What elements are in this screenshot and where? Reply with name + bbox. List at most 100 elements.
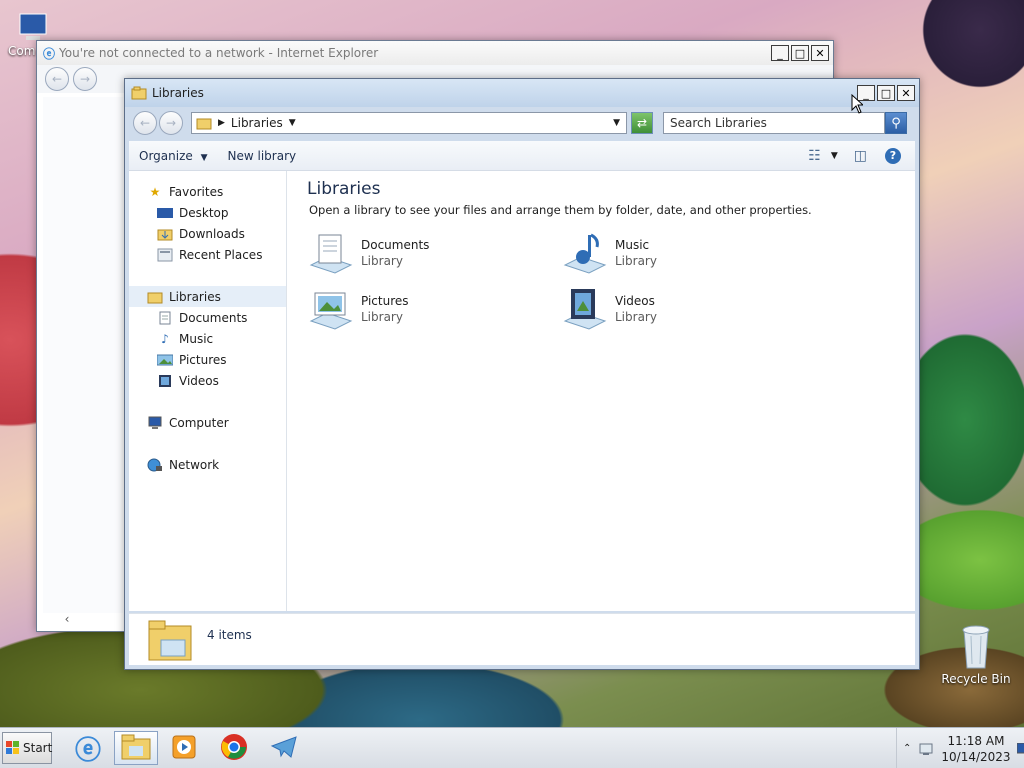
nav-network[interactable]: Network: [129, 454, 286, 475]
nav-music-label: Music: [179, 331, 214, 346]
breadcrumb-dropdown-icon[interactable]: ▼: [289, 118, 296, 128]
nav-videos-label: Videos: [179, 373, 219, 388]
breadcrumb[interactable]: Libraries: [231, 116, 283, 130]
preview-pane-icon[interactable]: ◫: [854, 148, 867, 164]
back-button[interactable]: ←: [133, 111, 157, 135]
library-pictures-type: Library: [361, 310, 403, 324]
status-item-count: 4 items: [207, 628, 252, 642]
nav-desktop[interactable]: Desktop: [129, 202, 286, 223]
clock-date: 10/14/2023: [941, 749, 1011, 764]
downloads-icon: [157, 227, 173, 241]
library-music[interactable]: Music Library: [561, 229, 657, 277]
view-options-icon[interactable]: ☷: [808, 148, 821, 164]
explorer-window[interactable]: Libraries _ □ ✕ ← → ▶ Libraries ▼ ▼ ⇄ Se…: [124, 78, 920, 670]
clock-time: 11:18 AM: [947, 733, 1005, 748]
music-library-icon: [561, 229, 609, 277]
command-bar: Organize ▼ New library ☷ ▼ ◫ ?: [129, 141, 915, 171]
library-videos[interactable]: Videos Library: [561, 285, 657, 333]
library-documents-type: Library: [361, 254, 403, 268]
ie-titlebar[interactable]: ⓔ You're not connected to a network - In…: [37, 41, 833, 65]
media-player-icon: [171, 734, 197, 763]
recycle-bin[interactable]: Recycle Bin: [940, 622, 1012, 686]
ie-title: You're not connected to a network - Inte…: [59, 46, 379, 60]
clock[interactable]: 11:18 AM 10/14/2023: [941, 733, 1010, 765]
help-icon[interactable]: ?: [885, 147, 901, 164]
nav-favorites[interactable]: ★ Favorites: [129, 181, 286, 202]
mouse-cursor: [851, 93, 865, 114]
recycle-bin-label: Recycle Bin: [941, 672, 1011, 686]
windows-logo-icon: [6, 741, 20, 755]
nav-computer-label: Computer: [169, 415, 229, 430]
library-music-name: Music: [615, 238, 650, 252]
taskbar-chrome[interactable]: [212, 731, 256, 765]
chrome-icon: [220, 733, 248, 764]
network-tray-icon[interactable]: [919, 741, 935, 757]
start-button[interactable]: Start: [2, 732, 52, 764]
computer-icon: [147, 416, 163, 430]
recycle-bin-icon: [956, 622, 996, 672]
organize-button[interactable]: Organize ▼: [129, 149, 218, 163]
ie-forward-button[interactable]: →: [73, 67, 97, 91]
ie-back-button[interactable]: ←: [45, 67, 69, 91]
breadcrumb-arrow-icon[interactable]: ▶: [218, 118, 225, 128]
videos-icon: [157, 374, 173, 388]
ie-scroll-left-button[interactable]: ‹: [57, 611, 77, 627]
view-dropdown-icon[interactable]: ▼: [831, 151, 838, 161]
show-hidden-icons-icon[interactable]: ⌃: [903, 743, 911, 754]
taskbar-ie[interactable]: ⓔ: [66, 731, 110, 766]
nav-downloads[interactable]: Downloads: [129, 223, 286, 244]
ie-maximize-button[interactable]: □: [791, 45, 809, 61]
explorer-titlebar[interactable]: Libraries _ □ ✕: [125, 79, 919, 107]
organize-label: Organize: [139, 148, 193, 163]
taskbar-explorer[interactable]: [114, 731, 158, 765]
ie-left-pane: [43, 97, 123, 613]
nav-music[interactable]: ♪ Music: [129, 328, 286, 349]
system-tray: ⌃ 11:18 AM 10/14/2023: [896, 728, 1024, 768]
organize-dropdown-icon: ▼: [200, 152, 208, 163]
search-button[interactable]: ⚲: [885, 112, 907, 134]
library-documents[interactable]: Documents Library: [307, 229, 429, 277]
forward-button[interactable]: →: [159, 111, 183, 135]
library-music-type: Library: [615, 254, 657, 268]
refresh-button[interactable]: ⇄: [631, 112, 653, 134]
nav-pictures[interactable]: Pictures: [129, 349, 286, 370]
network-icon: [147, 458, 163, 472]
search-input[interactable]: Search Libraries: [670, 116, 767, 130]
computer-icon: [12, 10, 48, 44]
library-documents-name: Documents: [361, 238, 430, 252]
desktop-icon: [157, 206, 173, 220]
pictures-icon: [157, 353, 173, 367]
nav-libraries[interactable]: Libraries: [129, 286, 286, 307]
nav-recent-places-label: Recent Places: [179, 247, 263, 262]
content-description: Open a library to see your files and arr…: [309, 203, 812, 217]
nav-computer[interactable]: Computer: [129, 412, 286, 433]
star-icon: ★: [149, 184, 161, 199]
nav-documents[interactable]: Documents: [129, 307, 286, 328]
documents-library-icon: [307, 229, 355, 277]
ie-close-button[interactable]: ✕: [811, 45, 829, 61]
new-library-button[interactable]: New library: [218, 149, 307, 163]
file-explorer-icon: [121, 734, 151, 763]
nav-desktop-label: Desktop: [179, 205, 229, 220]
ie-logo-icon: ⓔ: [43, 46, 56, 61]
taskbar-media-player[interactable]: [162, 731, 206, 765]
library-pictures[interactable]: Pictures Library: [307, 285, 409, 333]
library-videos-type: Library: [615, 310, 657, 324]
libraries-icon: [147, 290, 163, 304]
ie-minimize-button[interactable]: _: [771, 45, 789, 61]
close-button[interactable]: ✕: [897, 85, 915, 101]
nav-documents-label: Documents: [179, 310, 248, 325]
videos-library-icon: [561, 285, 609, 333]
nav-videos[interactable]: Videos: [129, 370, 286, 391]
recent-places-icon: [157, 248, 173, 262]
search-icon: ⚲: [891, 115, 901, 131]
internet-explorer-icon: ⓔ: [74, 735, 101, 766]
taskbar-telegram[interactable]: [262, 731, 306, 765]
show-desktop-icon[interactable]: [1016, 742, 1024, 755]
maximize-button[interactable]: □: [877, 85, 895, 101]
address-bar[interactable]: ▶ Libraries ▼ ▼: [191, 112, 627, 134]
address-dropdown-icon[interactable]: ▼: [613, 118, 620, 128]
search-box[interactable]: Search Libraries: [663, 112, 885, 134]
nav-recent-places[interactable]: Recent Places: [129, 244, 286, 265]
explorer-title: Libraries: [152, 86, 204, 100]
